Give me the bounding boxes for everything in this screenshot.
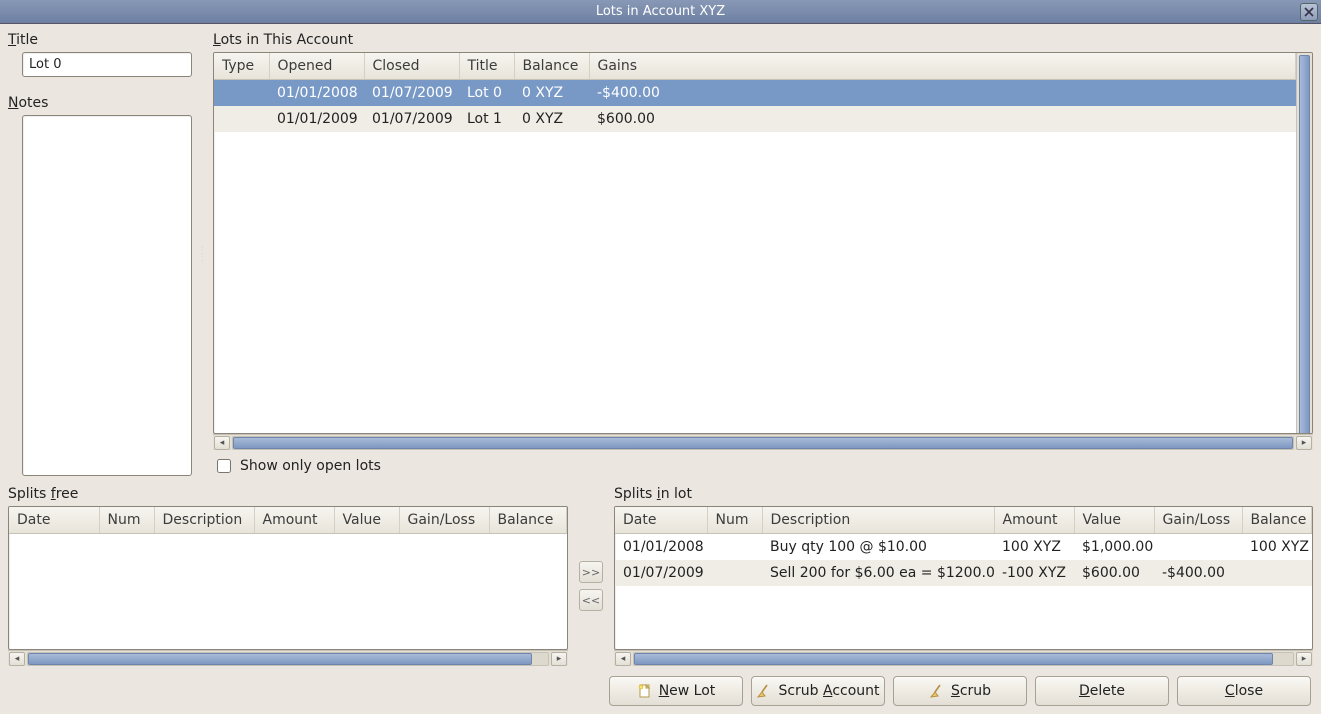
splits-in-lot-col-desc[interactable]: Description bbox=[762, 507, 994, 534]
title-input[interactable] bbox=[22, 52, 192, 77]
notes-label: Notes bbox=[8, 95, 192, 111]
table-row[interactable]: 01/01/2008 Buy qty 100 @ $10.00 100 XYZ … bbox=[615, 534, 1312, 561]
scroll-left-arrow[interactable]: ◂ bbox=[214, 436, 230, 450]
new-lot-button[interactable]: New Lot bbox=[609, 676, 743, 706]
titlebar: Lots in Account XYZ bbox=[0, 0, 1321, 24]
delete-button[interactable]: Delete bbox=[1035, 676, 1169, 706]
splits-free-col-desc[interactable]: Description bbox=[154, 507, 254, 534]
vertical-splitter[interactable]: ⋮⋮⋮ bbox=[200, 32, 205, 476]
close-button[interactable]: Close bbox=[1177, 676, 1311, 706]
scroll-left-arrow[interactable]: ◂ bbox=[615, 652, 631, 666]
title-label: Title bbox=[8, 32, 192, 48]
broom-icon bbox=[756, 683, 772, 699]
close-rest: lose bbox=[1235, 683, 1263, 699]
lots-col-gains[interactable]: Gains bbox=[589, 53, 1296, 80]
delete-rest: elete bbox=[1090, 683, 1125, 699]
lots-col-balance[interactable]: Balance bbox=[514, 53, 589, 80]
splits-free-col-date[interactable]: Date bbox=[9, 507, 99, 534]
scroll-left-arrow[interactable]: ◂ bbox=[9, 652, 25, 666]
lots-vertical-scrollbar[interactable] bbox=[1296, 53, 1312, 433]
lots-col-opened[interactable]: Opened bbox=[269, 53, 364, 80]
lots-header-row: Type Opened Closed Title Balance Gains bbox=[214, 53, 1296, 80]
scroll-right-arrow[interactable]: ▸ bbox=[1296, 436, 1312, 450]
move-to-lot-button[interactable]: >> bbox=[579, 561, 603, 583]
splits-free-horizontal-scrollbar[interactable]: ◂ ▸ bbox=[8, 650, 568, 666]
lots-label: Lots in This Account bbox=[213, 32, 1313, 48]
splits-in-lot-col-value[interactable]: Value bbox=[1074, 507, 1154, 534]
scroll-right-arrow[interactable]: ▸ bbox=[1296, 652, 1312, 666]
scrub-button[interactable]: Scrub bbox=[893, 676, 1027, 706]
splits-in-lot-table[interactable]: Date Num Description Amount Value Gain/L… bbox=[615, 507, 1312, 586]
notes-textarea[interactable] bbox=[22, 115, 192, 476]
lots-col-type[interactable]: Type bbox=[214, 53, 269, 80]
splits-free-header-row: Date Num Description Amount Value Gain/L… bbox=[9, 507, 567, 534]
table-row[interactable]: 01/01/2009 01/07/2009 Lot 1 0 XYZ $600.0… bbox=[214, 106, 1296, 132]
splits-in-lot-col-date[interactable]: Date bbox=[615, 507, 707, 534]
move-to-free-button[interactable]: << bbox=[579, 589, 603, 611]
new-file-icon bbox=[637, 683, 653, 699]
splits-in-lot-col-balance[interactable]: Balance bbox=[1242, 507, 1312, 534]
close-icon bbox=[1304, 7, 1314, 17]
splits-in-lot-horizontal-scrollbar[interactable]: ◂ ▸ bbox=[614, 650, 1313, 666]
window-close-button[interactable] bbox=[1300, 3, 1318, 21]
show-only-open-label: Show only open lots bbox=[240, 458, 381, 474]
scrub-account-rest: ccount bbox=[832, 683, 879, 699]
scroll-right-arrow[interactable]: ▸ bbox=[551, 652, 567, 666]
scrub-account-button[interactable]: Scrub Account bbox=[751, 676, 885, 706]
splits-free-col-num[interactable]: Num bbox=[99, 507, 154, 534]
splits-free-col-balance[interactable]: Balance bbox=[489, 507, 567, 534]
splits-free-label: Splits free bbox=[8, 486, 568, 502]
splits-free-col-gainloss[interactable]: Gain/Loss bbox=[399, 507, 489, 534]
lots-table[interactable]: Type Opened Closed Title Balance Gains bbox=[214, 53, 1296, 132]
table-row[interactable]: 01/07/2009 Sell 200 for $6.00 ea = $1200… bbox=[615, 560, 1312, 586]
splits-in-lot-col-num[interactable]: Num bbox=[707, 507, 762, 534]
splits-in-lot-label: Splits in lot bbox=[614, 486, 1313, 502]
table-row[interactable]: 01/01/2008 01/07/2009 Lot 0 0 XYZ -$400.… bbox=[214, 80, 1296, 107]
splits-free-col-amount[interactable]: Amount bbox=[254, 507, 334, 534]
show-only-open-checkbox[interactable] bbox=[217, 459, 231, 473]
splits-free-col-value[interactable]: Value bbox=[334, 507, 399, 534]
scrub-rest: crub bbox=[960, 683, 991, 699]
splits-free-table[interactable]: Date Num Description Amount Value Gain/L… bbox=[9, 507, 567, 534]
new-lot-rest: ew Lot bbox=[669, 683, 715, 699]
lots-col-title[interactable]: Title bbox=[459, 53, 514, 80]
broom-icon bbox=[929, 683, 945, 699]
lots-horizontal-scrollbar[interactable]: ◂ ▸ bbox=[213, 434, 1313, 450]
splits-in-lot-col-gainloss[interactable]: Gain/Loss bbox=[1154, 507, 1242, 534]
window-title: Lots in Account XYZ bbox=[596, 4, 725, 19]
splits-in-lot-col-amount[interactable]: Amount bbox=[994, 507, 1074, 534]
lots-col-closed[interactable]: Closed bbox=[364, 53, 459, 80]
splits-in-lot-header-row: Date Num Description Amount Value Gain/L… bbox=[615, 507, 1312, 534]
